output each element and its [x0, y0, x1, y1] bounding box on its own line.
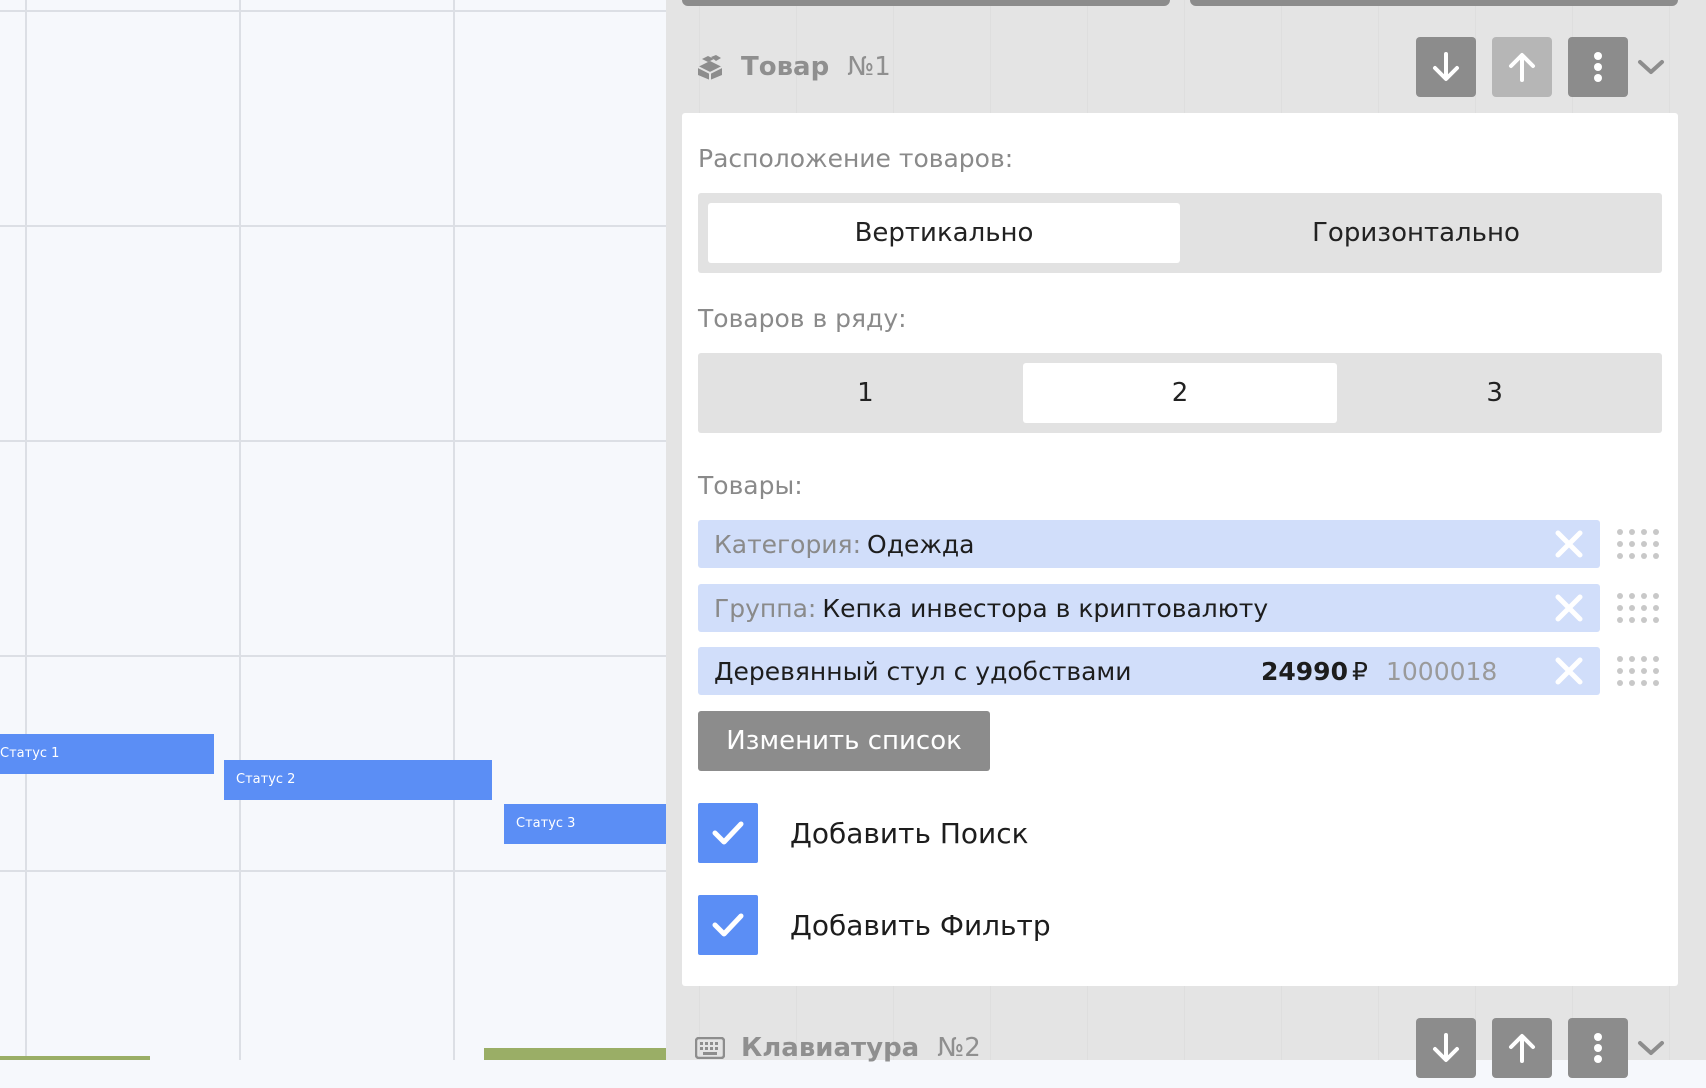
- per-row-segmented-control: 1 2 3: [698, 353, 1662, 433]
- tag-name: Кепка инвестора в криптовалюту: [822, 593, 1269, 623]
- settings-panel: Товар №1 Расположение товаров: Вертикаль…: [666, 0, 1706, 1078]
- add-filter-label: Добавить Фильтр: [790, 908, 1051, 942]
- boxes-icon: [695, 52, 725, 82]
- product-price: 24990 ₽: [1261, 657, 1368, 686]
- tag-prefix: Группа:: [714, 593, 817, 623]
- arrow-up-icon: [1509, 53, 1535, 82]
- section-header-product: Товар №1: [695, 27, 1695, 107]
- drag-handle-icon[interactable]: [1614, 526, 1662, 562]
- add-filter-checkbox[interactable]: [698, 895, 758, 955]
- panel-top-tab[interactable]: [1190, 0, 1678, 6]
- keyboard-icon: [695, 1033, 725, 1063]
- kebab-icon: [1594, 1033, 1602, 1063]
- section-title: Клавиатура: [741, 1033, 920, 1063]
- tag-prefix: Категория:: [714, 529, 862, 559]
- section-header-keyboard: Клавиатура №2: [695, 1008, 1695, 1088]
- kebab-icon: [1594, 52, 1602, 82]
- currency-symbol: ₽: [1351, 656, 1368, 686]
- arrow-down-icon: [1433, 52, 1459, 81]
- more-options-button[interactable]: [1568, 37, 1628, 97]
- move-down-button[interactable]: [1416, 37, 1476, 97]
- add-search-checkbox-row[interactable]: Добавить Поиск: [698, 803, 1029, 863]
- layout-label: Расположение товаров:: [698, 144, 1014, 173]
- layout-option-horizontal[interactable]: Горизонтально: [1180, 203, 1652, 263]
- per-row-option-1[interactable]: 1: [708, 363, 1023, 423]
- add-search-label: Добавить Поиск: [790, 816, 1029, 850]
- drag-handle-icon[interactable]: [1614, 653, 1662, 689]
- arrow-up-icon: [1509, 1034, 1535, 1063]
- status-node-label: Статус 3: [516, 816, 576, 831]
- status-node-2[interactable]: Статус 2: [224, 760, 492, 800]
- collapse-button[interactable]: [1633, 1030, 1669, 1066]
- collapse-button[interactable]: [1633, 49, 1669, 85]
- chevron-down-icon: [1638, 1041, 1664, 1055]
- status-node-label: Статус 1: [0, 746, 60, 761]
- checkmark-icon: [712, 821, 744, 845]
- move-up-button[interactable]: [1492, 37, 1552, 97]
- product-code: 1000018: [1386, 656, 1498, 686]
- status-node-3[interactable]: Статус 3: [504, 804, 666, 844]
- checkmark-icon: [712, 913, 744, 937]
- green-node[interactable]: [0, 1056, 150, 1060]
- tag-name: Одежда: [867, 529, 975, 559]
- products-label: Товары:: [698, 471, 803, 500]
- product-tag-group: Группа: Кепка инвестора в криптовалюту: [698, 584, 1600, 632]
- arrow-down-icon: [1433, 1033, 1459, 1062]
- product-tag-item: Деревянный стул с удобствами 24990 ₽ 1000…: [698, 647, 1600, 695]
- more-options-button[interactable]: [1568, 1018, 1628, 1078]
- close-icon[interactable]: [1554, 593, 1584, 623]
- per-row-label: Товаров в ряду:: [698, 304, 907, 333]
- layout-option-vertical[interactable]: Вертикально: [708, 203, 1180, 263]
- per-row-option-3[interactable]: 3: [1337, 363, 1652, 423]
- add-search-checkbox[interactable]: [698, 803, 758, 863]
- move-up-button[interactable]: [1492, 1018, 1552, 1078]
- status-node-label: Статус 2: [236, 772, 296, 787]
- add-filter-checkbox-row[interactable]: Добавить Фильтр: [698, 895, 1051, 955]
- change-list-button[interactable]: Изменить список: [698, 711, 990, 771]
- layout-segmented-control: Вертикально Горизонтально: [698, 193, 1662, 273]
- product-tag-category: Категория: Одежда: [698, 520, 1600, 568]
- flow-canvas[interactable]: Статус 1 Статус 2 Статус 3: [0, 0, 666, 1060]
- green-node[interactable]: [484, 1048, 666, 1060]
- section-number: №1: [847, 52, 891, 82]
- chevron-down-icon: [1638, 60, 1664, 74]
- close-icon[interactable]: [1554, 529, 1584, 559]
- move-down-button[interactable]: [1416, 1018, 1476, 1078]
- drag-handle-icon[interactable]: [1614, 590, 1662, 626]
- status-node-1[interactable]: Статус 1: [0, 734, 214, 774]
- product-settings-card: Расположение товаров: Вертикально Горизо…: [682, 113, 1678, 986]
- price-value: 24990: [1261, 656, 1348, 686]
- per-row-option-2[interactable]: 2: [1022, 363, 1338, 423]
- close-icon[interactable]: [1554, 656, 1584, 686]
- section-number: №2: [937, 1033, 981, 1063]
- panel-top-tab[interactable]: [682, 0, 1170, 6]
- tag-name: Деревянный стул с удобствами: [714, 656, 1132, 686]
- section-title: Товар: [741, 52, 830, 82]
